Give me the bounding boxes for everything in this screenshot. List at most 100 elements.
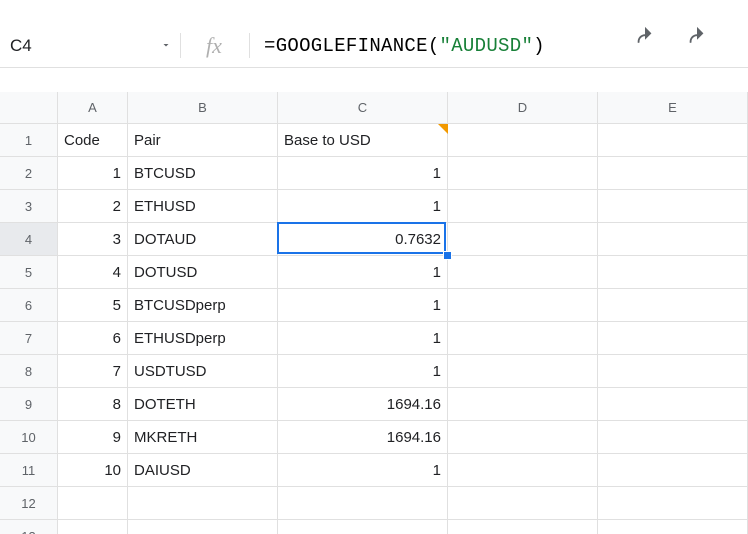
cell[interactable]: 3 <box>58 223 128 256</box>
history-nav <box>634 26 708 51</box>
cell[interactable] <box>598 388 748 421</box>
row-header[interactable]: 1 <box>0 124 58 157</box>
row-header[interactable]: 8 <box>0 355 58 388</box>
row-header[interactable]: 4 <box>0 223 58 256</box>
cell[interactable]: 1 <box>278 355 448 388</box>
cell[interactable]: 1 <box>278 322 448 355</box>
divider <box>180 33 181 59</box>
cell[interactable] <box>448 355 598 388</box>
cell[interactable] <box>598 223 748 256</box>
cell[interactable]: ETHUSDperp <box>128 322 278 355</box>
formula-close: ) <box>533 35 545 57</box>
select-all-corner[interactable] <box>0 92 58 124</box>
column-header-B[interactable]: B <box>128 92 278 124</box>
cell[interactable]: Pair <box>128 124 278 157</box>
cell[interactable] <box>598 454 748 487</box>
cell[interactable]: 10 <box>58 454 128 487</box>
row-header[interactable]: 7 <box>0 322 58 355</box>
cell[interactable]: BTCUSD <box>128 157 278 190</box>
column-header-D[interactable]: D <box>448 92 598 124</box>
row-header[interactable]: 10 <box>0 421 58 454</box>
name-box-value: C4 <box>10 36 32 56</box>
cell[interactable]: Code <box>58 124 128 157</box>
cell[interactable]: 2 <box>58 190 128 223</box>
divider <box>249 33 250 59</box>
cell[interactable]: 0.7632 <box>278 223 448 256</box>
cell[interactable]: BTCUSDperp <box>128 289 278 322</box>
cell[interactable] <box>448 454 598 487</box>
column-header-E[interactable]: E <box>598 92 748 124</box>
column-header-A[interactable]: A <box>58 92 128 124</box>
cell[interactable] <box>128 487 278 520</box>
cell[interactable]: 8 <box>58 388 128 421</box>
cell[interactable]: 1 <box>278 190 448 223</box>
cell[interactable] <box>448 256 598 289</box>
row-header[interactable]: 9 <box>0 388 58 421</box>
row-headers: 12345678910111213 <box>0 124 58 534</box>
cell[interactable]: 1 <box>278 454 448 487</box>
cell[interactable]: DOTETH <box>128 388 278 421</box>
cell[interactable] <box>598 322 748 355</box>
cell[interactable] <box>448 388 598 421</box>
cell[interactable] <box>448 190 598 223</box>
cell[interactable]: 9 <box>58 421 128 454</box>
formula-eq: = <box>264 35 276 57</box>
cell[interactable] <box>448 520 598 534</box>
cell[interactable]: DOTAUD <box>128 223 278 256</box>
cell[interactable] <box>278 520 448 534</box>
cell[interactable]: USDTUSD <box>128 355 278 388</box>
name-box[interactable]: C4 <box>0 24 180 67</box>
formula-fn: GOOGLEFINANCE <box>276 35 428 57</box>
cell[interactable]: 6 <box>58 322 128 355</box>
cell[interactable]: 7 <box>58 355 128 388</box>
column-headers: ABCDE <box>58 92 748 124</box>
column-header-C[interactable]: C <box>278 92 448 124</box>
redo-icon[interactable] <box>686 26 708 51</box>
cell[interactable]: 1 <box>278 157 448 190</box>
row-header[interactable]: 13 <box>0 520 58 534</box>
cell[interactable] <box>598 256 748 289</box>
cell[interactable] <box>448 124 598 157</box>
cell[interactable] <box>448 421 598 454</box>
cell[interactable] <box>598 355 748 388</box>
cell[interactable]: DAIUSD <box>128 454 278 487</box>
cell[interactable]: Base to USD <box>278 124 448 157</box>
chevron-down-icon[interactable] <box>160 36 172 56</box>
cell[interactable]: 1694.16 <box>278 421 448 454</box>
cell[interactable]: 5 <box>58 289 128 322</box>
cell[interactable]: ETHUSD <box>128 190 278 223</box>
cell[interactable] <box>598 289 748 322</box>
cell[interactable] <box>448 223 598 256</box>
row-header[interactable]: 6 <box>0 289 58 322</box>
cell[interactable]: 1 <box>278 256 448 289</box>
cell[interactable]: 1 <box>58 157 128 190</box>
cell[interactable] <box>128 520 278 534</box>
row-header[interactable]: 12 <box>0 487 58 520</box>
row-header[interactable]: 11 <box>0 454 58 487</box>
cell[interactable] <box>278 487 448 520</box>
cell[interactable] <box>598 487 748 520</box>
cell[interactable]: 4 <box>58 256 128 289</box>
spreadsheet-grid[interactable]: ABCDE 12345678910111213 CodePairBase to … <box>0 92 748 534</box>
cell[interactable] <box>598 421 748 454</box>
row-header[interactable]: 2 <box>0 157 58 190</box>
cell[interactable] <box>598 520 748 534</box>
cell[interactable] <box>598 157 748 190</box>
cell[interactable]: DOTUSD <box>128 256 278 289</box>
cell[interactable] <box>598 124 748 157</box>
cell[interactable] <box>598 190 748 223</box>
row-header[interactable]: 5 <box>0 256 58 289</box>
cells-area[interactable]: CodePairBase to USD1BTCUSD12ETHUSD13DOTA… <box>58 124 748 534</box>
cell[interactable] <box>448 487 598 520</box>
row-header[interactable]: 3 <box>0 190 58 223</box>
cell[interactable]: MKRETH <box>128 421 278 454</box>
undo-icon[interactable] <box>634 26 656 51</box>
cell[interactable] <box>58 487 128 520</box>
cell[interactable] <box>448 157 598 190</box>
fx-icon[interactable]: fx <box>187 33 241 59</box>
cell[interactable] <box>58 520 128 534</box>
cell[interactable]: 1694.16 <box>278 388 448 421</box>
cell[interactable] <box>448 322 598 355</box>
cell[interactable]: 1 <box>278 289 448 322</box>
cell[interactable] <box>448 289 598 322</box>
